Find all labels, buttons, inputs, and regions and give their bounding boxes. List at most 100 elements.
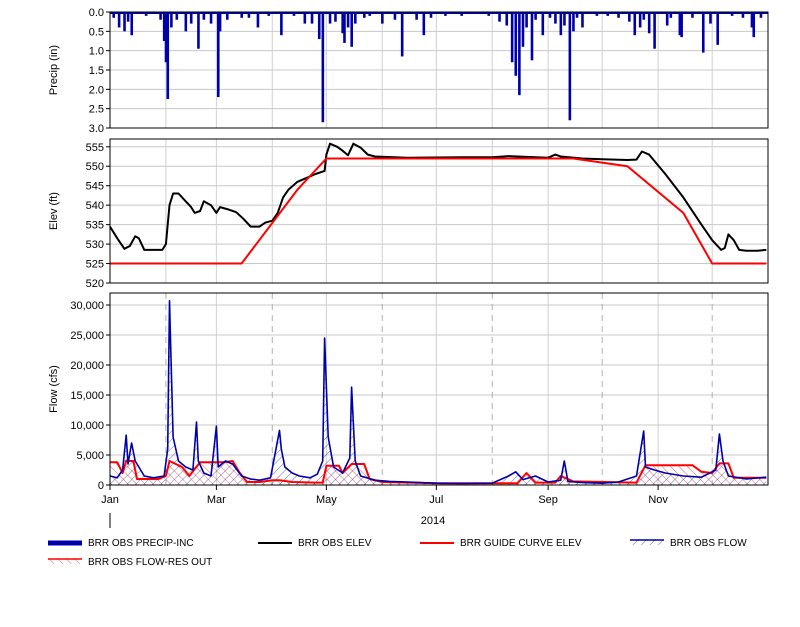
y-tick-label: 10,000 xyxy=(70,420,104,432)
precip-bar xyxy=(415,12,418,20)
x-tick-label: Jul xyxy=(429,494,443,506)
precip-bar xyxy=(741,12,745,18)
precip-bar xyxy=(350,12,353,47)
precip-bar xyxy=(638,12,642,28)
legend-symbol-res-out xyxy=(48,558,82,564)
precip-bar xyxy=(218,12,222,32)
legend-symbol-precip xyxy=(48,540,82,546)
precip-bar xyxy=(581,12,584,28)
precip-bar xyxy=(647,12,651,34)
y-tick-label: 540 xyxy=(86,200,104,212)
precip-bar xyxy=(606,12,610,16)
legend-symbol-obs-flow xyxy=(630,539,664,545)
panel-frame xyxy=(109,138,769,284)
precip-bar xyxy=(752,12,756,38)
legend-item-obs-elev: BRR OBS ELEV xyxy=(258,536,371,550)
precip-bar xyxy=(628,12,631,22)
y-tick-label: 2.5 xyxy=(89,104,104,116)
y-tick-label: 0.5 xyxy=(89,26,104,38)
precip-bar xyxy=(716,12,719,45)
precip-bar xyxy=(701,12,705,53)
y-tick-label: 535 xyxy=(86,220,104,232)
y-tick-label: 20,000 xyxy=(70,360,104,372)
legend-item-res-out: BRR OBS FLOW-RES OUT xyxy=(48,555,212,569)
precip-bar xyxy=(123,12,126,32)
guide-curve-line xyxy=(110,157,767,265)
precip-bar xyxy=(166,12,170,99)
x-axis-label: 2014 xyxy=(421,515,445,527)
precip-bar xyxy=(209,12,213,24)
precip-bar xyxy=(400,12,404,57)
precip-bar xyxy=(197,12,200,49)
y-tick-label: 550 xyxy=(86,161,104,173)
precip-bar xyxy=(521,12,525,47)
precip-bar xyxy=(346,12,350,28)
x-tick-label: Jan xyxy=(101,494,119,506)
legend-label-obs-elev: BRR OBS ELEV xyxy=(298,537,372,549)
precip-bar xyxy=(642,12,646,20)
precip-bar xyxy=(669,12,673,18)
precip-bar xyxy=(534,12,537,20)
precip-bar xyxy=(514,12,518,76)
precip-bar xyxy=(422,12,426,36)
precip-bar xyxy=(321,12,325,123)
y-tick-label: 2.0 xyxy=(89,84,104,96)
precip-bar xyxy=(334,12,337,22)
precip-bar xyxy=(112,12,116,18)
precip-bar xyxy=(518,12,521,96)
precip-bar xyxy=(595,12,599,16)
precip-bar xyxy=(530,12,534,61)
precip-bar xyxy=(343,12,346,43)
precip-bar xyxy=(354,12,357,24)
precip-bar xyxy=(559,12,563,36)
legend-symbol-guide-curve xyxy=(420,542,454,544)
precip-bar xyxy=(498,12,501,22)
y-tick-label: 520 xyxy=(86,278,104,290)
precip-bar xyxy=(554,12,557,24)
precip-bar xyxy=(363,12,366,18)
precip-bar xyxy=(292,12,296,16)
precip-bar xyxy=(256,12,260,28)
precip-bar xyxy=(575,12,579,18)
precip-bar xyxy=(460,12,463,16)
legend-item-obs-flow: BRR OBS FLOW xyxy=(630,536,747,550)
chart-legend: BRR OBS PRECIP-INC BRR OBS ELEV BRR GUID… xyxy=(0,536,800,576)
precip-bar xyxy=(126,12,130,22)
precip-bar xyxy=(225,12,229,20)
precip-bar xyxy=(653,12,656,49)
x-tick-label: Sep xyxy=(538,494,558,506)
precip-bar xyxy=(510,12,514,63)
panel-frame xyxy=(109,292,769,486)
precip-bar xyxy=(572,12,575,32)
precip-bar xyxy=(444,12,447,16)
precip-bar xyxy=(267,12,271,16)
y-tick-label: 555 xyxy=(86,142,104,154)
y-tick-label: 1.0 xyxy=(89,46,104,58)
obs-elev-line xyxy=(109,142,767,252)
legend-symbol-obs-elev xyxy=(258,542,292,544)
precip-bar xyxy=(117,12,121,28)
precip-bar xyxy=(175,12,179,20)
precip-bar xyxy=(240,12,244,18)
precip-bar xyxy=(144,12,148,16)
precip-bar xyxy=(184,12,188,32)
legend-label-obs-flow: BRR OBS FLOW xyxy=(670,537,747,549)
legend-item-guide-curve: BRR GUIDE CURVE ELEV xyxy=(420,536,582,550)
precip-bar xyxy=(665,12,669,26)
precip-bar xyxy=(487,12,491,16)
y-tick-label: 5,000 xyxy=(76,450,104,462)
precip-bar xyxy=(328,12,332,24)
precip-bar xyxy=(633,12,637,36)
obs-flow-line xyxy=(109,300,767,485)
y-axis-label: Flow (cfs) xyxy=(48,365,60,413)
precip-bar xyxy=(159,12,162,20)
y-tick-label: 25,000 xyxy=(70,330,104,342)
precip-bar xyxy=(247,12,251,18)
precip-bar xyxy=(730,12,734,16)
y-tick-label: 0 xyxy=(98,480,104,492)
precip-bar xyxy=(680,12,683,38)
y-tick-label: 3.0 xyxy=(89,123,104,135)
legend-label-precip: BRR OBS PRECIP-INC xyxy=(88,537,194,549)
obs-flow-area xyxy=(110,300,767,485)
y-tick-label: 30,000 xyxy=(70,300,104,312)
